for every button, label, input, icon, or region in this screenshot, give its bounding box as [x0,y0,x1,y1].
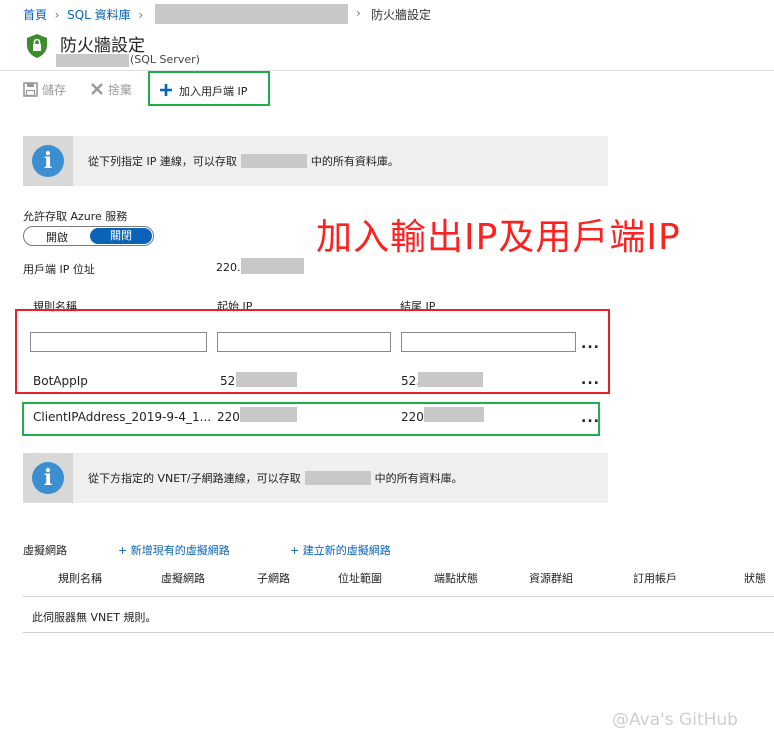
allow-azure-label: 允許存取 Azure 服務 [23,210,128,223]
discard-button[interactable]: 捨棄 [90,81,132,99]
plus-icon [160,84,172,96]
vnet-col-endpoint-status: 端點狀態 [434,572,478,585]
more-icon[interactable]: ... [581,372,600,388]
save-button[interactable]: 儲存 [23,81,66,99]
rule-name-input[interactable] [30,332,207,352]
create-new-vnet-link[interactable]: + 建立新的虛擬網路 [290,542,391,558]
chevron-right-icon: › [134,8,144,22]
page-subtitle: (SQL Server) [130,53,200,66]
more-icon[interactable]: ... [581,410,600,426]
redacted-ip [240,407,297,422]
watermark: @Ava's GitHub [612,710,738,730]
redacted-server-name [155,4,348,24]
add-client-ip-button[interactable]: 加入用戶端 IP [148,71,270,106]
info-banner-vnet: i 從下方指定的 VNET/子網路連線，可以存取 中的所有資料庫。 [23,453,608,503]
breadcrumb: 首頁 › SQL 資料庫 › [23,6,143,23]
info-icon: i [23,136,73,186]
vnet-col-resource-group: 資源群組 [529,572,573,585]
shield-icon [26,33,48,59]
more-icon[interactable]: ... [581,336,600,352]
info-icon: i [23,453,73,503]
allow-azure-toggle[interactable]: 開啟 關閉 [23,226,154,246]
toggle-off-option[interactable]: 關閉 [90,228,152,244]
end-ip-input[interactable] [401,332,576,352]
add-client-ip-label: 加入用戶端 IP [179,85,248,98]
vnet-col-virtual-network: 虛擬網路 [161,572,205,585]
vnet-col-subscription: 訂用帳戶 [633,572,677,585]
vnet-divider [23,632,774,633]
vnet-empty-message: 此伺服器無 VNET 規則。 [32,611,157,624]
info-banner-ip: i 從下列指定 IP 連線，可以存取 中的所有資料庫。 [23,136,608,186]
vnet-label: 虛擬網路 [23,544,67,557]
breadcrumb-current: 防火牆設定 [371,8,432,22]
vnet-divider [23,596,774,597]
close-icon [91,83,103,95]
vnet-col-state: 狀態 [744,572,766,585]
breadcrumb-sql[interactable]: SQL 資料庫 [67,8,131,22]
toggle-on-option[interactable]: 開啟 [46,229,68,245]
vnet-col-address-range: 位址範圍 [338,572,382,585]
save-label: 儲存 [41,83,66,97]
rule-name: ClientIPAddress_2019-9-4_1... [33,410,212,424]
info-banner-text: 從下列指定 IP 連線，可以存取 中的所有資料庫。 [88,154,399,168]
info-banner-text: 從下方指定的 VNET/子網路連線，可以存取 中的所有資料庫。 [88,471,463,485]
add-existing-vnet-link[interactable]: + 新增現有的虛擬網路 [118,542,230,558]
redacted-server-name [56,54,129,67]
vnet-col-subnet: 子網路 [257,572,290,585]
chevron-right-icon: › [356,6,361,20]
chevron-right-icon: › [50,8,64,22]
redacted-ip [236,372,297,387]
redacted-ip [418,372,483,387]
save-icon [23,82,38,97]
client-ip-value: 220. [216,261,241,274]
rule-name: BotAppIp [33,374,88,388]
client-ip-label: 用戶端 IP 位址 [23,263,95,276]
start-ip-input[interactable] [217,332,391,352]
discard-label: 捨棄 [107,83,132,97]
vnet-col-rule-name: 規則名稱 [58,572,102,585]
annotation-text: 加入輸出IP及用戶端IP [316,217,681,258]
redacted-ip [424,407,484,422]
breadcrumb-home[interactable]: 首頁 [23,8,47,22]
redacted-ip [241,258,304,274]
toolbar-divider [0,70,774,71]
